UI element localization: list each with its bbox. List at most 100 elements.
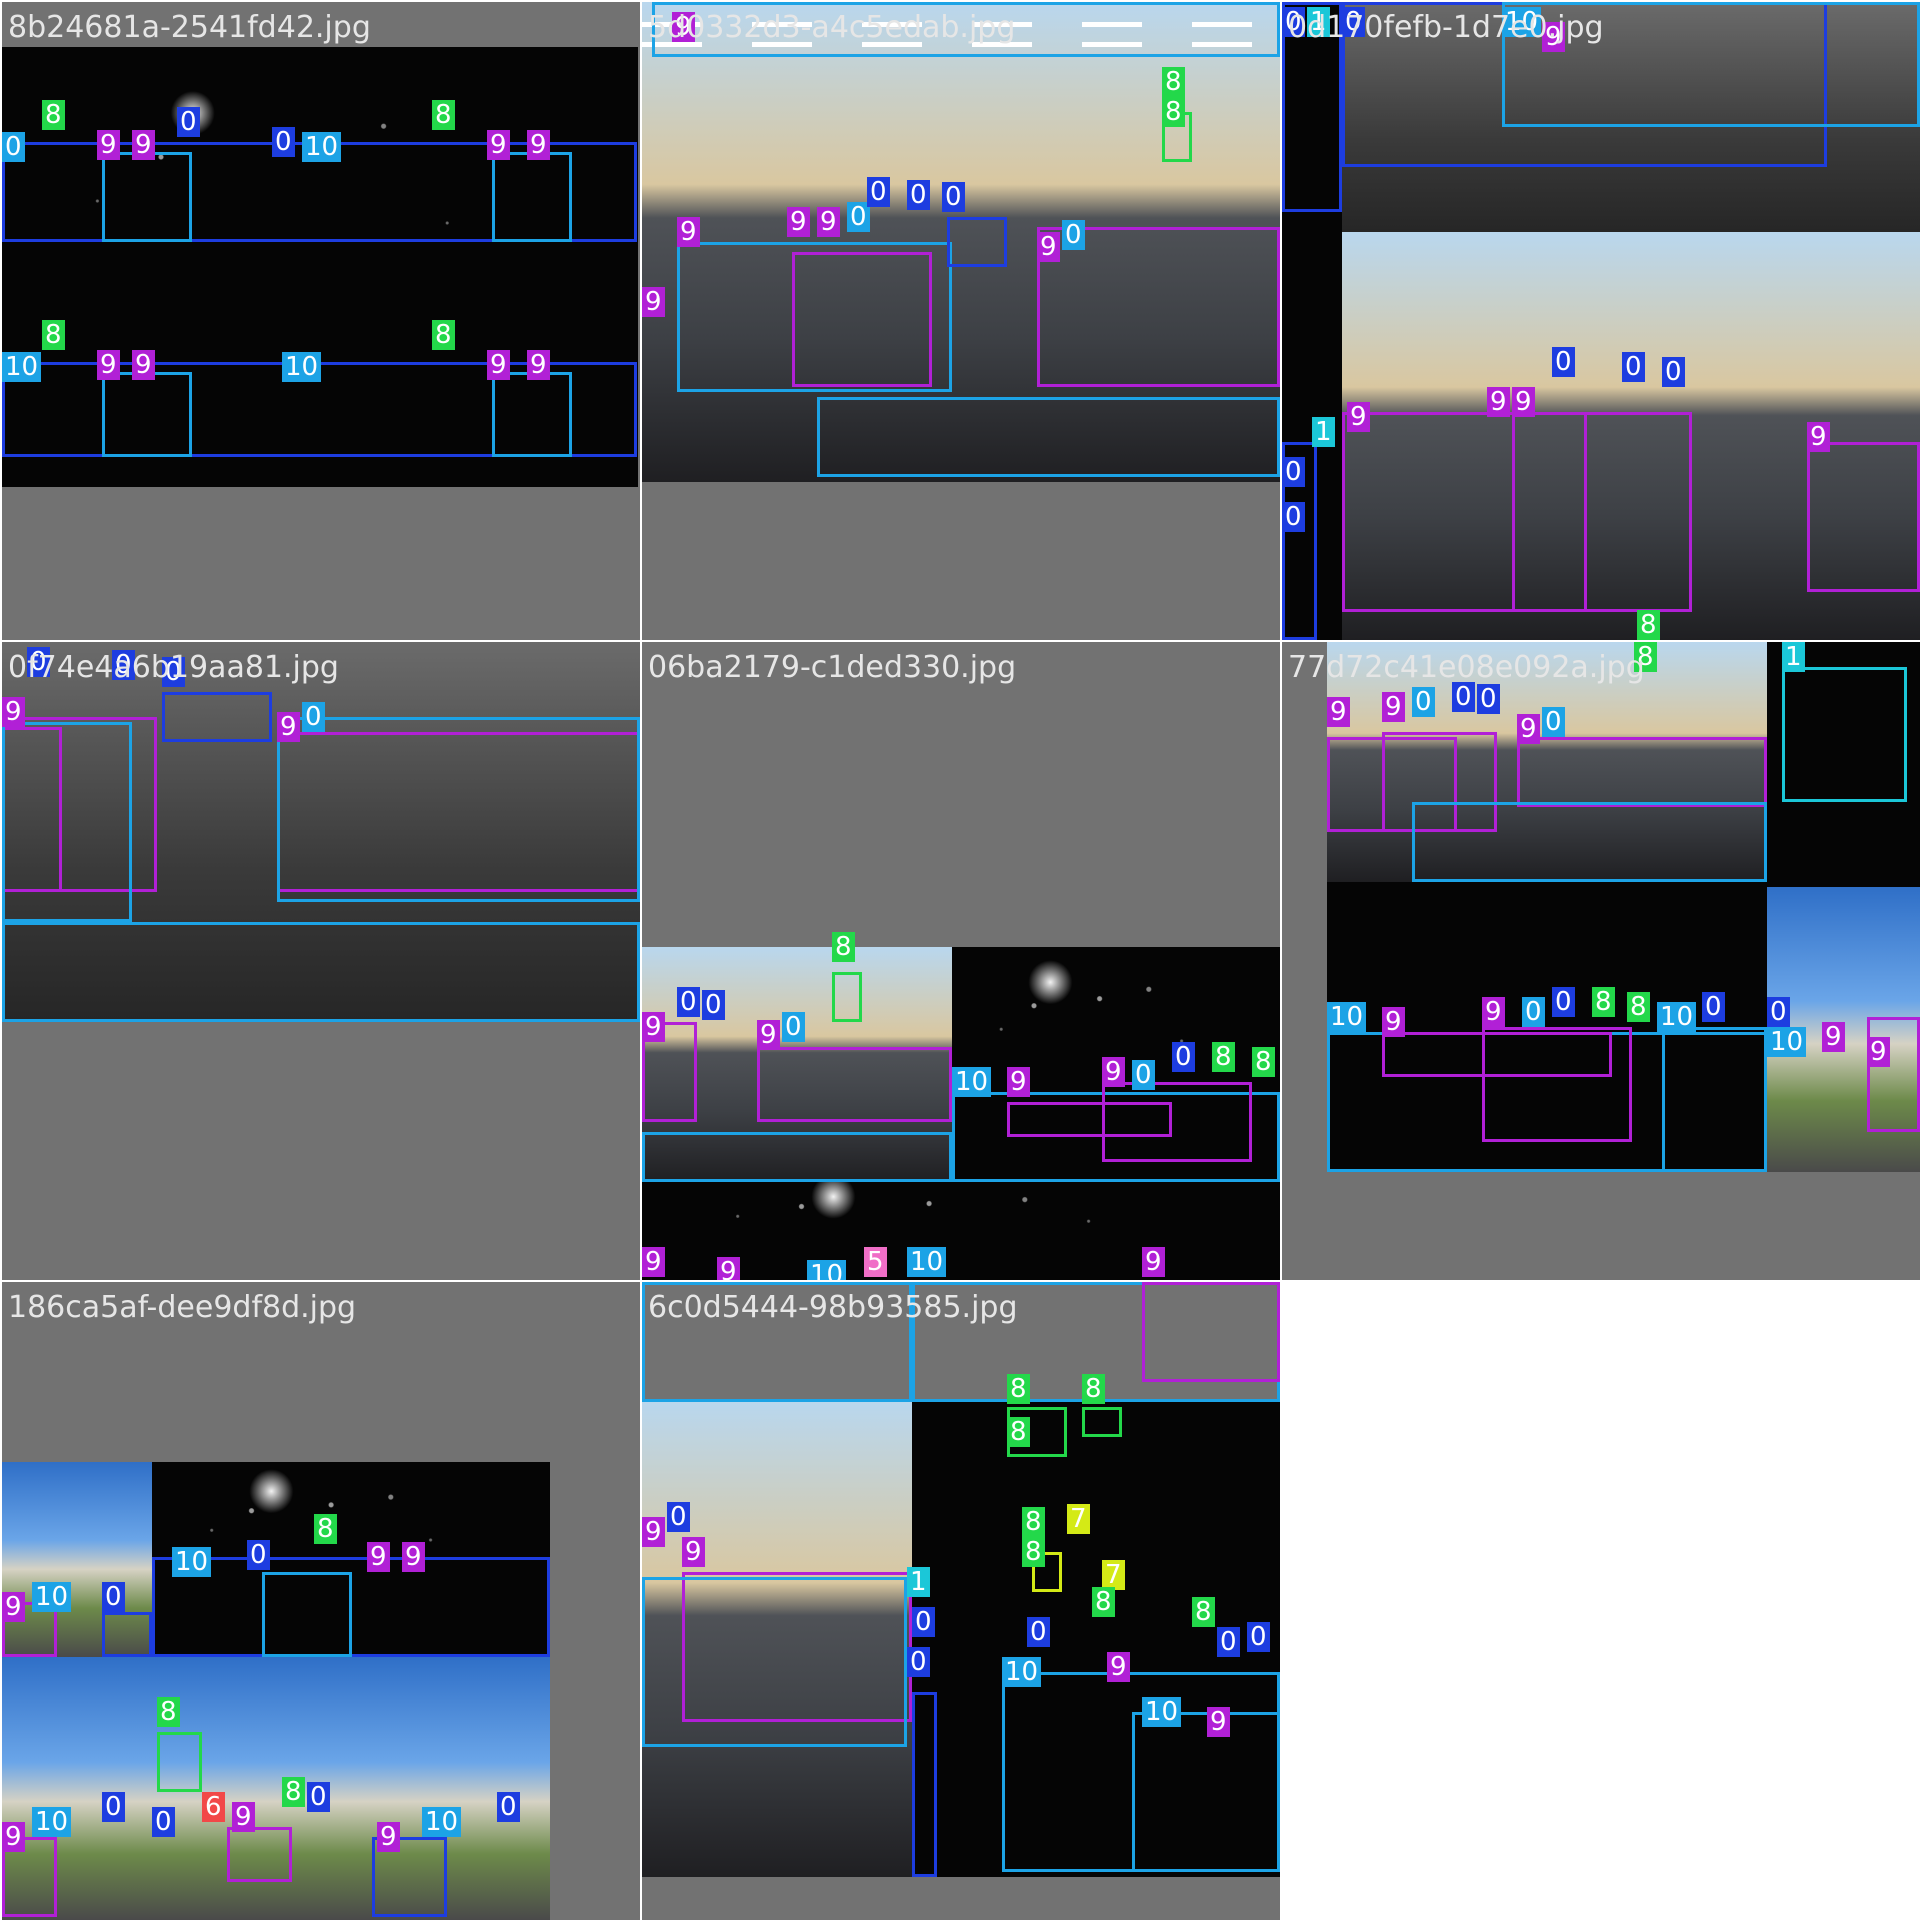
detection-box [1142,1282,1280,1382]
detection-label: 8 [1092,1587,1115,1617]
tile-filename: 77d72c41e08e092a.jpg [1288,650,1645,685]
detection-label: 0 [907,180,930,210]
detection-label: 9 [367,1542,390,1572]
detection-label: 8 [432,320,455,350]
detection-label: 0 [942,182,965,212]
detection-label: 9 [682,1537,705,1567]
mosaic-tile-2: 5d0332d3-a4c5edab.jpg 9 9 9 0 0 0 0 9 0 … [642,2,1280,640]
detection-label: 1 [907,1567,930,1597]
detection-box [642,1577,907,1747]
detection-label: 8 [832,932,855,962]
detection-label: 8 [157,1697,180,1727]
detection-box [757,1047,952,1122]
tile-filename: 5d0332d3-a4c5edab.jpg [648,10,1016,45]
detection-label: 0 [497,1792,520,1822]
detection-label: 0 [302,702,325,732]
detection-box [1512,412,1692,612]
detection-label: 9 [487,350,510,380]
detection-label: 9 [1517,714,1540,744]
detection-label: 9 [487,130,510,160]
detection-label: 9 [1037,232,1060,262]
detection-label: 10 [1142,1697,1182,1727]
detection-label: 10 [1767,1027,1807,1057]
detection-label: 0 [1412,687,1435,717]
detection-label: 8 [1192,1597,1215,1627]
detection-label: 9 [1807,422,1830,452]
detection-box [102,372,192,457]
detection-label: 0 [1767,997,1790,1027]
detection-label: 8 [1007,1417,1030,1447]
detection-label: 0 [702,990,725,1020]
detection-box [1412,802,1767,882]
detection-label: 9 [677,217,700,247]
detection-box [1132,1712,1280,1872]
detection-label: 9 [1482,997,1505,1027]
detection-label: 0 [102,1792,125,1822]
detection-label: 0 [1027,1617,1050,1647]
detection-label: 0 [1247,1622,1270,1652]
detection-box [642,1132,952,1182]
detection-label: 9 [1102,1057,1125,1087]
detection-label: 9 [1007,1067,1030,1097]
detection-label: 7 [1102,1560,1125,1590]
detection-box [262,1572,352,1657]
detection-label: 10 [282,352,322,382]
detection-label: 9 [642,1247,665,1277]
detection-label: 9 [1107,1652,1130,1682]
mosaic-tile-4: 0f74e4a6b19aa81.jpg 9 0 0 0 9 0 [2,642,640,1280]
detection-label: 9 [232,1802,255,1832]
detection-label: 8 [314,1514,337,1544]
mosaic-tile-1: 8b24681a-2541fd42.jpg 0 8 9 9 0 0 10 8 9… [2,2,640,640]
detection-label: 0 [102,1582,125,1612]
detection-label: 8 [1637,610,1660,640]
detection-label: 10 [952,1067,992,1097]
tile-filename: 8b24681a-2541fd42.jpg [8,10,371,45]
detection-label: 0 [1062,220,1085,250]
detection-label: 9 [132,350,155,380]
detection-label: 9 [2,1592,25,1622]
detection-label: 9 [1382,692,1405,722]
detection-box [162,692,272,742]
tile-filename: 06ba2179-c1ded330.jpg [648,650,1017,685]
detection-box [157,1732,202,1792]
detection-label: 6 [202,1792,225,1822]
tile-filename: 0d170fefb-1d7e0.jpg [1288,10,1604,45]
detection-label: 0 [1172,1042,1195,1072]
detection-label: 0 [1282,457,1305,487]
detection-label: 9 [97,350,120,380]
detection-label: 10 [32,1807,72,1837]
detection-label: 0 [1702,992,1725,1022]
detection-label: 8 [1162,97,1185,127]
detection-label: 0 [1217,1627,1240,1657]
detection-label: 8 [1162,67,1185,97]
detection-box [1102,1082,1252,1162]
detection-box [1807,442,1920,592]
detection-label: 9 [2,1822,25,1852]
detection-label: 8 [1212,1042,1235,1072]
detection-label: 8 [282,1777,305,1807]
detection-box [817,397,1280,477]
detection-label: 8 [1252,1047,1275,1077]
detection-label: 9 [1822,1022,1845,1052]
detection-label: 0 [1542,707,1565,737]
detection-box [1782,667,1907,802]
detection-label: 0 [247,1540,270,1570]
detection-label: 0 [912,1607,935,1637]
detection-label: 9 [377,1822,400,1852]
detection-label: 0 [272,127,295,157]
detection-box [102,1612,152,1657]
detection-box [227,1827,292,1882]
detection-label: 0 [1552,347,1575,377]
tile-filename: 0f74e4a6b19aa81.jpg [8,650,339,685]
detection-label: 8 [1022,1537,1045,1567]
detection-label: 5 [864,1247,887,1277]
detection-label: 0 [677,987,700,1017]
detection-label: 9 [1327,697,1350,727]
detection-label: 0 [1477,684,1500,714]
detection-label: 9 [642,287,665,317]
detection-label: 9 [132,130,155,160]
detection-label: 10 [422,1807,462,1837]
detection-box [1662,1027,1767,1172]
detection-label: 9 [97,130,120,160]
detection-label: 9 [2,697,25,727]
